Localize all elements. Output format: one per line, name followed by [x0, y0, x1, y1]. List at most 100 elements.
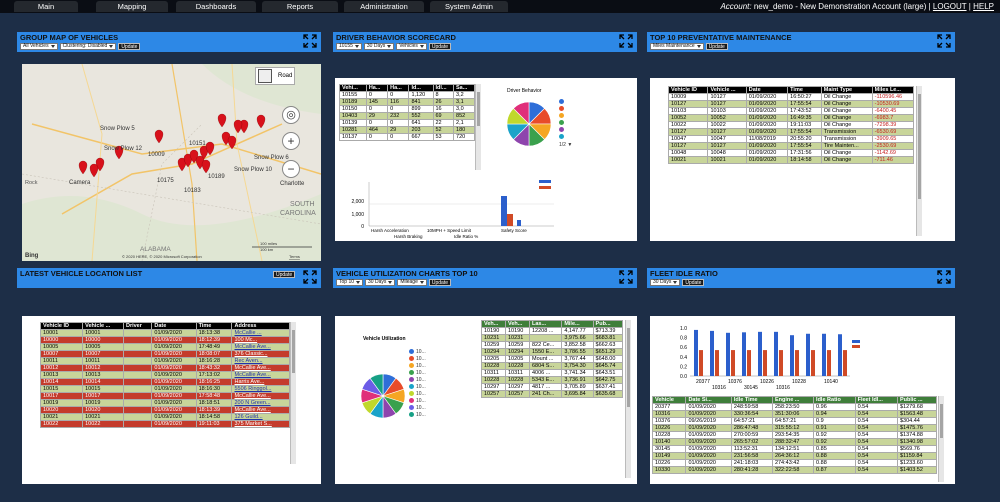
table-row[interactable]: 10019 10019 01/09/2020 18:18:51 200 N Green.… — [40, 399, 290, 407]
column-header[interactable]: Vehicle ID — [668, 86, 709, 94]
table-row[interactable]: 10226 01/09/2020 241:18:03 274:43:42 0.88 0.5… — [652, 459, 938, 467]
legend-pager[interactable]: 1/2 ▼ — [559, 142, 572, 148]
column-header[interactable]: Engine ... — [771, 396, 815, 404]
table-row[interactable]: 10259 10259 822 Ce... 3,852.58 $662.63 — [481, 341, 624, 349]
table-row[interactable]: 10257 10257 241 Ch... 3,695.84 $635.68 — [481, 390, 624, 398]
update-button[interactable]: Update — [428, 43, 451, 50]
tab-mapping[interactable]: Mapping — [96, 1, 168, 12]
table-row[interactable]: 10316 01/09/2020 330:36:54 351:30:06 0.94 0.5… — [652, 410, 938, 418]
expand-icon[interactable] — [619, 270, 633, 284]
table-row[interactable]: 10139 0 0 641 22 2,1 — [339, 119, 475, 127]
expand-icon[interactable] — [937, 34, 951, 48]
column-header[interactable]: Ha... — [387, 84, 410, 92]
zoom-out-icon[interactable]: − — [282, 160, 300, 178]
period-select[interactable]: 30 Days — [365, 279, 396, 286]
help-link[interactable]: HELP — [973, 2, 994, 11]
column-header[interactable]: Id... — [408, 84, 434, 92]
column-header[interactable]: Address — [231, 322, 290, 330]
column-header[interactable]: Ha... — [365, 84, 389, 92]
period-select[interactable]: 30 Days — [363, 43, 395, 50]
table-row[interactable]: 10011 10011 01/09/2020 18:16:28 Rec Aven... — [40, 357, 290, 365]
expand-icon[interactable] — [303, 270, 317, 284]
tab-system-admin[interactable]: System Admin — [430, 1, 508, 12]
table-row[interactable]: 10149 01/09/2020 231:56:58 264:36:12 0.88 0.5… — [652, 452, 938, 460]
zoom-in-icon[interactable]: + — [282, 132, 300, 150]
table-row[interactable]: 10231 10231 3,975.66 $683.81 — [481, 334, 624, 342]
column-header[interactable]: Time — [195, 322, 233, 330]
table-row[interactable]: 10205 10205 Mount ... 3,767.44 $648.00 — [481, 355, 624, 363]
table-row[interactable]: 10311 10311 4006 ... 3,741.34 $643.51 — [481, 369, 624, 377]
top-select[interactable]: Top 10 — [336, 279, 364, 286]
table-row[interactable]: 10189 145 116 841 26 3,1 — [339, 98, 475, 106]
clustering-select[interactable]: Clustering: Disabled — [59, 43, 117, 50]
table-row[interactable]: 10021 10021 01/09/2020 18:14:58 126 Guild... — [40, 413, 290, 421]
scrollbar[interactable] — [938, 396, 944, 482]
table-row[interactable]: 10127 10127 01/09/2020 17:55:54 Oil Change -1… — [668, 100, 915, 108]
update-button[interactable]: Update — [118, 43, 141, 50]
scrollbar[interactable] — [475, 84, 481, 170]
column-header[interactable]: Date Si... — [685, 396, 732, 404]
column-header[interactable]: Pub... — [592, 320, 624, 328]
column-header[interactable]: Sa... — [453, 84, 475, 92]
table-row[interactable]: 10052 10052 01/09/2020 16:49:35 Oil Change -6… — [668, 114, 915, 122]
update-button[interactable]: Update — [273, 271, 296, 278]
vehicle-map[interactable]: Snow Plow 5 Snow Plow 12 Snow Plow 6 Sno… — [22, 64, 321, 261]
table-row[interactable]: 10017 10017 01/09/2020 17:58:48 McCallie Ave… — [40, 392, 290, 400]
table-row[interactable]: 10001 10001 01/09/2020 18:13:38 McCallie ... — [40, 329, 290, 337]
table-row[interactable]: 10376 09/26/2019 64:57:21 64:57:21 0.9 0.54 $3… — [652, 417, 938, 425]
table-row[interactable]: 10013 10013 01/09/2020 17:13:02 McCallie Ave… — [40, 371, 290, 379]
column-header[interactable]: Vehicle ... — [82, 322, 124, 330]
map-layers-icon[interactable] — [258, 69, 272, 83]
column-header[interactable]: Mile... — [561, 320, 594, 328]
column-header[interactable]: Maint Type — [820, 86, 873, 94]
table-row[interactable]: 10137 0 0 667 53 720 — [339, 133, 475, 141]
table-row[interactable]: 10047 10047 11/08/2019 20:55:20 Transmission… — [668, 135, 915, 143]
table-row[interactable]: 10150 0 0 899 16 3,0 — [339, 105, 475, 113]
table-row[interactable]: 10009 10127 01/09/2020 16:50:27 Oil Change -1… — [668, 93, 915, 101]
table-row[interactable]: 10228 10228 5343 E... 3,736.91 $642.75 — [481, 376, 624, 384]
update-button[interactable]: Update — [682, 279, 705, 286]
expand-icon[interactable] — [937, 270, 951, 284]
column-header[interactable]: Veh... — [481, 320, 506, 328]
column-header[interactable]: Driver — [122, 322, 153, 330]
table-row[interactable]: 10330 01/09/2020 280:41:28 322:22:58 0.87 0.5… — [652, 466, 938, 474]
table-row[interactable]: 10022 10022 01/09/2020 19:11:03 Oil Change -7… — [668, 121, 915, 129]
table-row[interactable]: 10297 10297 4817 ... 3,705.89 $637.41 — [481, 383, 624, 391]
locate-icon[interactable]: ◎ — [282, 106, 300, 124]
column-header[interactable]: Miles Le... — [871, 86, 915, 94]
tab-reports[interactable]: Reports — [262, 1, 338, 12]
table-row[interactable]: 10294 10294 1550 E... 3,786.55 $651.29 — [481, 348, 624, 356]
table-row[interactable]: 10007 10007 01/09/2020 18:08:07 376 Classic.… — [40, 350, 290, 358]
column-header[interactable]: Public ... — [896, 396, 938, 404]
table-row[interactable]: 10155 0 0 1,120 8 3,2 — [339, 91, 475, 99]
update-button[interactable]: Update — [428, 279, 451, 286]
table-row[interactable]: 20377 01/09/2020 248:59:58 258:23:50 0.96 0.5… — [652, 403, 938, 411]
table-row[interactable]: 10190 10190 12208 ... 4,147.77 $713.39 — [481, 327, 624, 335]
table-row[interactable]: 10228 01/09/2020 270:00:59 293:54:35 0.92 0.5… — [652, 431, 938, 439]
table-row[interactable]: 10103 10103 01/09/2020 17:43:52 Oil Change -6… — [668, 107, 915, 115]
logout-link[interactable]: LOGOUT — [933, 2, 967, 11]
tab-main[interactable]: Main — [14, 1, 78, 12]
tab-administration[interactable]: Administration — [344, 1, 424, 12]
table-row[interactable]: 10140 01/09/2020 265:57:02 288:32:47 0.92 0.5… — [652, 438, 938, 446]
scrollbar[interactable] — [290, 322, 296, 464]
column-header[interactable]: Veh... — [505, 320, 530, 328]
table-row[interactable]: 30145 01/09/2020 113:52:31 134:12:51 0.85 0.5… — [652, 445, 938, 453]
table-row[interactable]: 10020 10020 01/09/2020 18:13:39 McCallie Ave… — [40, 406, 290, 414]
column-header[interactable]: Vehicle ID — [40, 322, 84, 330]
column-header[interactable]: Time — [787, 86, 822, 94]
expand-icon[interactable] — [619, 34, 633, 48]
table-row[interactable]: 10048 10048 01/09/2020 17:31:56 Oil Change -1… — [668, 149, 915, 157]
table-row[interactable]: 10012 10012 01/09/2020 18:43:32 McCallie Ave… — [40, 364, 290, 372]
table-row[interactable]: 10005 10005 01/09/2020 17:48:49 McCallie Ave… — [40, 343, 290, 351]
scrollbar[interactable] — [625, 320, 631, 478]
column-header[interactable]: Vehicle — [652, 396, 687, 404]
column-header[interactable]: Date — [151, 322, 197, 330]
update-button[interactable]: Update — [705, 43, 728, 50]
table-row[interactable]: 10000 10000 01/09/2020 18:12:39 100 Mc... — [40, 336, 290, 344]
table-row[interactable]: 10021 10021 01/09/2020 18:14:58 Oil Change -7… — [668, 156, 915, 164]
map-canvas[interactable]: Snow Plow 5 Snow Plow 12 Snow Plow 6 Sno… — [22, 64, 321, 261]
period-select[interactable]: 30 Days — [650, 279, 681, 286]
vehicle-group-select[interactable]: All Vehicles — [20, 43, 58, 50]
table-row[interactable]: 10226 01/09/2020 286:47:48 315:55:12 0.91 0.5… — [652, 424, 938, 432]
